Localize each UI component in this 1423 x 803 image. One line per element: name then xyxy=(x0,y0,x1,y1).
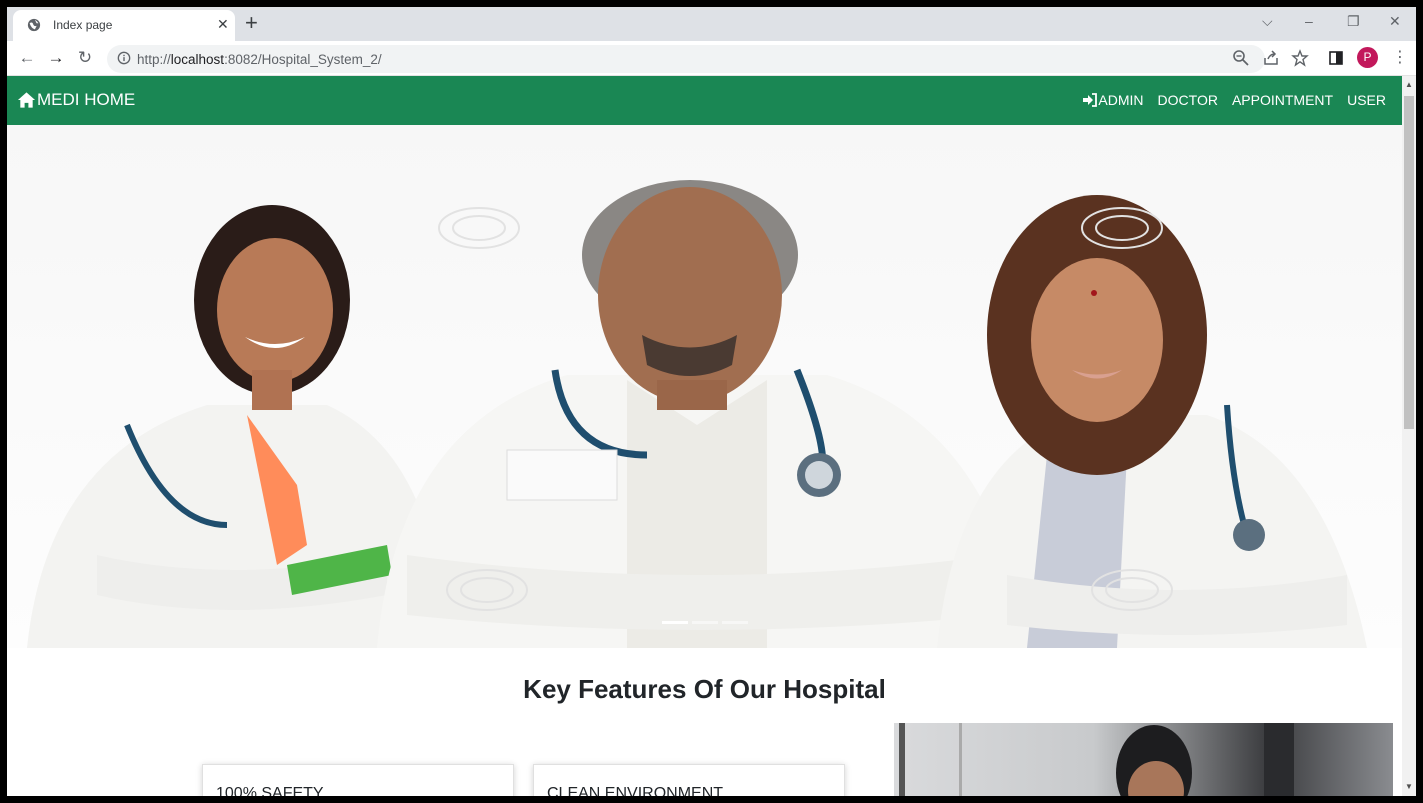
back-icon[interactable]: ← xyxy=(17,48,37,68)
sign-in-icon xyxy=(1083,93,1098,107)
page-viewport: MEDI HOME ADMIN DOCTOR APPOINTMENT USER xyxy=(7,76,1416,796)
doctor-left xyxy=(27,205,447,648)
hero-carousel[interactable] xyxy=(7,125,1402,648)
doctors-photo xyxy=(27,180,1367,648)
profile-avatar[interactable]: P xyxy=(1357,47,1378,68)
close-window-icon[interactable]: ✕ xyxy=(1389,13,1401,30)
nav-doctor[interactable]: DOCTOR xyxy=(1158,92,1218,108)
nav-appointment[interactable]: APPOINTMENT xyxy=(1232,92,1333,108)
zoom-icon[interactable] xyxy=(1232,49,1250,67)
nav-links: ADMIN DOCTOR APPOINTMENT USER xyxy=(1082,92,1386,108)
globe-icon xyxy=(27,18,41,32)
restore-icon[interactable]: ❐ xyxy=(1347,13,1360,30)
site-navbar: MEDI HOME ADMIN DOCTOR APPOINTMENT USER xyxy=(7,76,1402,125)
brand-name: MEDI HOME xyxy=(37,90,136,109)
info-icon[interactable] xyxy=(117,51,131,65)
forward-icon[interactable]: → xyxy=(46,48,66,68)
brand-link[interactable]: MEDI HOME xyxy=(17,90,135,110)
carousel-indicator[interactable] xyxy=(722,621,748,624)
close-tab-icon[interactable]: ✕ xyxy=(217,16,229,33)
nav-admin[interactable]: ADMIN xyxy=(1082,92,1144,108)
browser-toolbar: ← → ↻ http://localhost:8082/Hospital_Sys… xyxy=(7,41,1416,76)
feature-card-clean: CLEAN ENVIRONMENT xyxy=(533,764,845,796)
share-icon[interactable] xyxy=(1262,49,1280,67)
bookmark-star-icon[interactable] xyxy=(1291,49,1309,67)
reload-icon[interactable]: ↻ xyxy=(75,48,95,68)
feature-card-safety: 100% SAFETY xyxy=(202,764,514,796)
nav-admin-label: ADMIN xyxy=(1098,92,1144,108)
scroll-up-icon[interactable]: ▲ xyxy=(1405,80,1413,89)
browser-tab[interactable]: Index page ✕ xyxy=(13,10,235,41)
features-title: Key Features Of Our Hospital xyxy=(523,674,886,704)
carousel-indicators xyxy=(662,621,748,624)
tab-strip: Index page ✕ + ⌵ – ❐ ✕ xyxy=(7,7,1416,41)
feature-card-title: 100% SAFETY xyxy=(216,785,324,796)
doctor-right xyxy=(937,195,1367,648)
staff-photo-art xyxy=(899,723,1294,796)
carousel-indicator[interactable] xyxy=(662,621,688,624)
minimize-icon[interactable]: – xyxy=(1305,13,1313,29)
page-scrollbar[interactable]: ▲ ▼ xyxy=(1402,76,1416,796)
carousel-indicator[interactable] xyxy=(692,621,718,624)
doctor-center xyxy=(377,180,1027,648)
nav-doctor-label: DOCTOR xyxy=(1157,92,1218,108)
scroll-down-icon[interactable]: ▼ xyxy=(1405,782,1413,791)
browser-window: Index page ✕ + ⌵ – ❐ ✕ ← → ↻ http://loca… xyxy=(7,7,1416,796)
tab-search-icon[interactable]: ⌵ xyxy=(1262,13,1273,30)
nav-user[interactable]: USER xyxy=(1347,92,1386,108)
nav-appointment-label: APPOINTMENT xyxy=(1231,92,1334,108)
menu-kebab-icon[interactable]: ⋮ xyxy=(1392,47,1408,67)
scroll-thumb[interactable] xyxy=(1404,96,1414,429)
side-panel-icon[interactable] xyxy=(1327,49,1345,67)
nav-user-label: USER xyxy=(1347,92,1386,108)
feature-card-title: CLEAN ENVIRONMENT xyxy=(547,785,724,796)
home-icon xyxy=(17,92,36,108)
address-bar[interactable]: http://localhost:8082/Hospital_System_2/ xyxy=(107,45,1265,73)
url-text: http://localhost:8082/Hospital_System_2/ xyxy=(137,52,382,67)
new-tab-icon[interactable]: + xyxy=(245,10,258,36)
staff-photo xyxy=(894,723,1393,796)
tab-title: Index page xyxy=(53,18,113,32)
